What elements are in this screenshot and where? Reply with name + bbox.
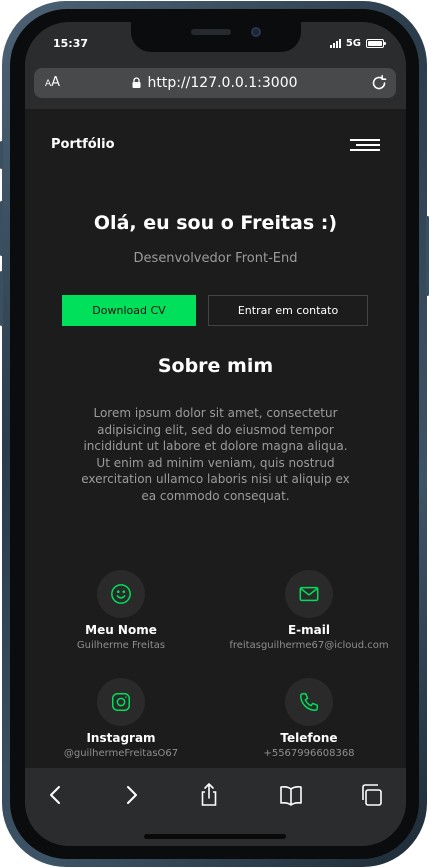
front-camera xyxy=(251,27,261,37)
status-time: 15:37 xyxy=(53,37,89,50)
info-email: E-mail freitasguilherme67@icloud.com xyxy=(219,570,399,651)
forward-icon[interactable] xyxy=(118,782,144,808)
url-field[interactable]: AA http://127.0.0.1:3000 xyxy=(34,68,396,98)
reload-icon[interactable] xyxy=(369,73,389,93)
volume-down-button xyxy=(0,271,3,326)
info-label: Telefone xyxy=(280,731,338,745)
signal-icon xyxy=(329,39,341,48)
back-icon[interactable] xyxy=(43,782,69,808)
share-icon[interactable] xyxy=(196,782,222,808)
tabs-icon[interactable] xyxy=(358,782,384,808)
lock-icon xyxy=(132,77,141,88)
browser-toolbar xyxy=(25,768,406,846)
info-phone: Telefone +5567996608368 xyxy=(219,678,399,759)
contact-button[interactable]: Entrar em contato xyxy=(208,295,368,326)
notch xyxy=(131,22,301,52)
browser-address-bar: AA http://127.0.0.1:3000 xyxy=(25,67,406,109)
mute-switch xyxy=(0,141,3,169)
hero-title: Olá, eu sou o Freitas :) xyxy=(93,212,338,234)
about-title: Sobre mim xyxy=(157,355,274,377)
info-value: @guilhermeFreitasO67 xyxy=(63,748,179,759)
info-name: Meu Nome Guilherme Freitas xyxy=(31,570,211,651)
info-value: +5567996608368 xyxy=(263,748,355,759)
network-type: 5G xyxy=(345,38,361,49)
download-cv-button[interactable]: Download CV xyxy=(62,295,196,326)
info-value: freitasguilherme67@icloud.com xyxy=(229,640,389,651)
mail-icon xyxy=(285,570,333,618)
info-label: Instagram xyxy=(86,731,156,745)
status-indicators: 5G xyxy=(329,38,386,49)
brand-logo[interactable]: Portfólio xyxy=(51,137,115,152)
info-value: Guilherme Freitas xyxy=(76,640,166,651)
home-indicator xyxy=(144,834,286,839)
phone-icon[interactable] xyxy=(285,678,333,726)
speaker-grille xyxy=(191,29,231,35)
info-instagram: Instagram @guilhermeFreitasO67 xyxy=(31,678,211,759)
info-label: E-mail xyxy=(287,623,330,637)
about-text: Lorem ipsum dolor sit amet, consectetur … xyxy=(81,406,350,503)
hamburger-menu-icon[interactable] xyxy=(350,139,380,153)
volume-up-button xyxy=(0,201,3,256)
battery-icon xyxy=(366,39,386,48)
smile-icon xyxy=(97,570,145,618)
hero-subtitle: Desenvolvedor Front-End xyxy=(133,251,298,266)
info-label: Meu Nome xyxy=(85,623,157,637)
web-page: Portfólio Olá, eu sou o Freitas :) Desen… xyxy=(25,109,406,768)
url-display[interactable]: http://127.0.0.1:3000 xyxy=(34,75,396,91)
url-text: http://127.0.0.1:3000 xyxy=(147,75,298,91)
phone-screen: 15:37 5G AA http://127.0.0.1:3000 Portfó… xyxy=(25,22,406,846)
bookmarks-icon[interactable] xyxy=(278,782,304,808)
instagram-icon[interactable] xyxy=(97,678,145,726)
